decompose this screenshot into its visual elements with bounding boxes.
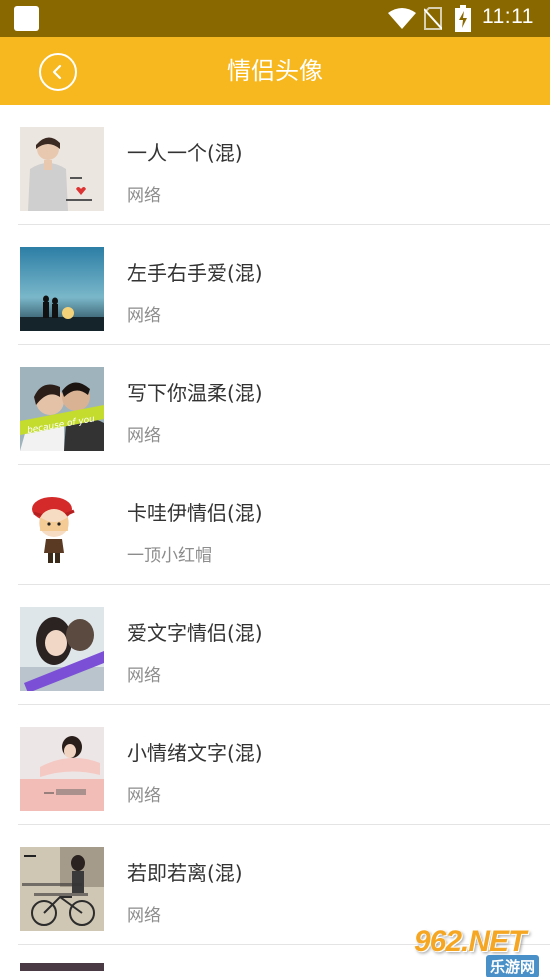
item-subtitle: 网络 bbox=[127, 186, 161, 206]
item-title: 左手右手爱(混) bbox=[127, 261, 263, 285]
app-notification-icon bbox=[14, 6, 39, 31]
item-title: 爱文字情侣(混) bbox=[127, 621, 263, 645]
list-item[interactable]: 一人一个(混) 网络 bbox=[18, 105, 550, 225]
chevron-left-icon bbox=[52, 64, 62, 80]
thumb-girl-lying bbox=[20, 727, 104, 811]
item-subtitle: 网络 bbox=[127, 666, 161, 686]
page-title: 情侣头像 bbox=[227, 57, 323, 85]
avatar-list: 一人一个(混) 网络 左手右手爱(混) 网络 because of you 写下… bbox=[0, 105, 550, 977]
list-item[interactable]: because of you 写下你温柔(混) 网络 bbox=[18, 345, 550, 465]
thumb-boy-portrait bbox=[20, 127, 104, 211]
no-sim-icon bbox=[424, 7, 442, 30]
item-subtitle: 一顶小红帽 bbox=[127, 546, 212, 566]
watermark-sub: 乐游网 bbox=[486, 955, 540, 977]
item-title: 一人一个(混) bbox=[127, 141, 243, 165]
list-item[interactable]: 小情绪文字(混) 网络 bbox=[18, 705, 550, 825]
battery-charging-icon bbox=[455, 5, 471, 32]
status-time: 11:11 bbox=[482, 5, 534, 28]
item-title: 卡哇伊情侣(混) bbox=[127, 501, 263, 525]
list-item[interactable]: 卡哇伊情侣(混) 一顶小红帽 bbox=[18, 465, 550, 585]
status-bar: 11:11 bbox=[0, 0, 550, 37]
thumb-couple-sunset bbox=[20, 247, 104, 331]
app-header: 情侣头像 bbox=[0, 37, 550, 105]
thumb-couple-kiss: because of you bbox=[20, 367, 104, 451]
thumb-cartoon-red-hat bbox=[20, 487, 104, 571]
thumb-partial bbox=[20, 963, 104, 971]
list-item[interactable]: 爱文字情侣(混) 网络 bbox=[18, 585, 550, 705]
thumb-couple-text-banner bbox=[20, 607, 104, 691]
item-title: 若即若离(混) bbox=[127, 861, 243, 885]
item-title: 小情绪文字(混) bbox=[127, 741, 263, 765]
item-subtitle: 网络 bbox=[127, 306, 161, 326]
watermark-logo: 962.NET bbox=[414, 925, 526, 958]
item-subtitle: 网络 bbox=[127, 906, 161, 926]
back-button[interactable] bbox=[39, 53, 77, 91]
item-title: 写下你温柔(混) bbox=[127, 381, 263, 405]
site-watermark: 962.NET 乐游网 bbox=[410, 925, 550, 977]
wifi-icon bbox=[388, 8, 416, 29]
thumb-bicycle bbox=[20, 847, 104, 931]
item-subtitle: 网络 bbox=[127, 786, 161, 806]
item-subtitle: 网络 bbox=[127, 426, 161, 446]
list-item[interactable]: 左手右手爱(混) 网络 bbox=[18, 225, 550, 345]
